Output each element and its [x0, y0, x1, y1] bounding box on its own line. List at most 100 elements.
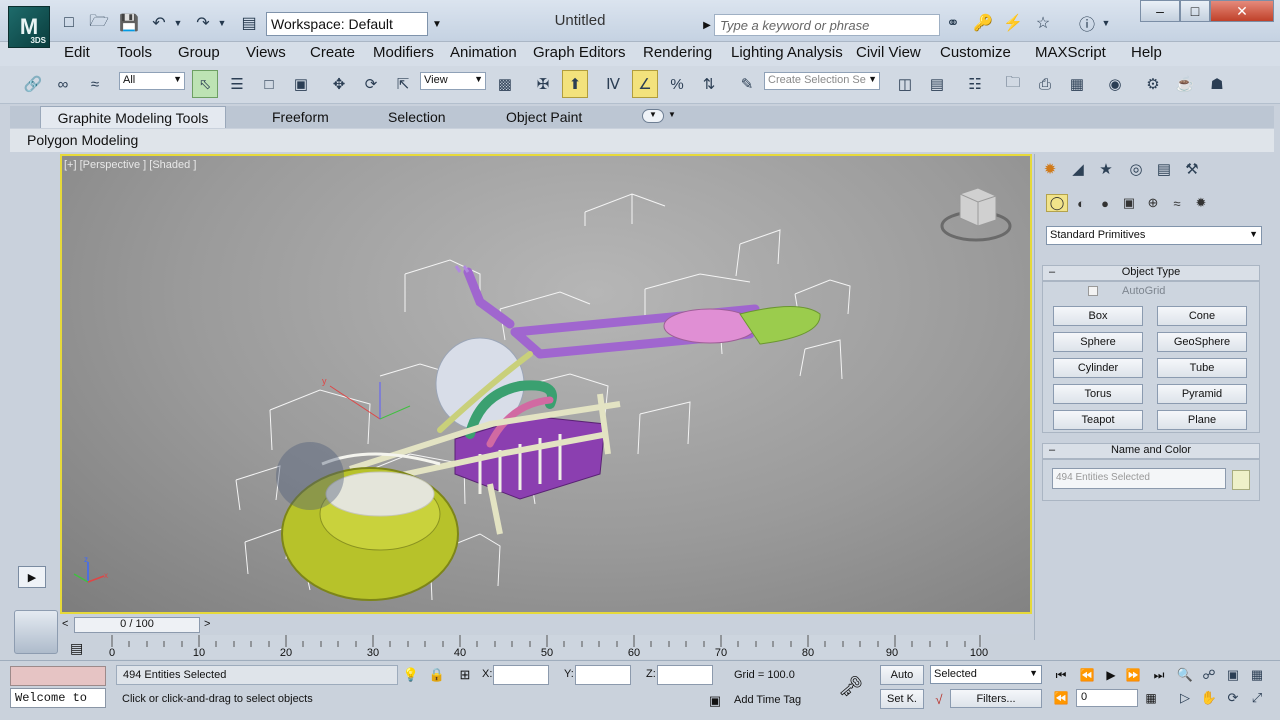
- time-slider-next-arrow[interactable]: >: [204, 618, 210, 630]
- teapot-button[interactable]: Teapot: [1053, 410, 1143, 430]
- manipulate-icon[interactable]: ✠: [530, 70, 556, 98]
- select-by-name-icon[interactable]: ☰: [224, 70, 250, 98]
- menu-edit[interactable]: Edit: [64, 44, 90, 61]
- curve-editor-icon[interactable]: ⎙: [1032, 70, 1058, 98]
- layer-manager-icon[interactable]: ☷: [962, 70, 988, 98]
- menu-civil-view[interactable]: Civil View: [856, 44, 921, 61]
- selection-filter-dropdown[interactable]: All ▼: [119, 72, 185, 90]
- menu-rendering[interactable]: Rendering: [643, 44, 712, 61]
- rectangular-selection-icon[interactable]: □: [256, 70, 282, 98]
- space-warps-icon[interactable]: ≈: [1166, 194, 1188, 212]
- pivot-center-icon[interactable]: ▩: [492, 70, 518, 98]
- menu-create[interactable]: Create: [310, 44, 355, 61]
- hierarchy-panel-icon[interactable]: ★: [1094, 158, 1118, 180]
- key-filters-button[interactable]: Filters...: [950, 689, 1042, 708]
- field-of-view-icon[interactable]: ▷: [1174, 688, 1196, 708]
- open-folder-icon[interactable]: 🗁: [88, 12, 110, 34]
- minimize-button[interactable]: –: [1140, 0, 1180, 22]
- torus-button[interactable]: Torus: [1053, 384, 1143, 404]
- y-coordinate-field[interactable]: [575, 665, 631, 685]
- geometry-icon[interactable]: ◯: [1046, 194, 1068, 212]
- name-color-rollout-header[interactable]: – Name and Color: [1042, 443, 1260, 459]
- menu-lighting-analysis[interactable]: Lighting Analysis: [731, 44, 843, 61]
- tab-object-paint[interactable]: Object Paint: [498, 106, 590, 128]
- pyramid-button[interactable]: Pyramid: [1157, 384, 1247, 404]
- primitive-type-dropdown[interactable]: Standard Primitives ▼: [1046, 226, 1262, 245]
- go-to-start-icon[interactable]: ⏮: [1050, 666, 1072, 684]
- edit-named-selection-icon[interactable]: ✎: [734, 70, 760, 98]
- undo-icon[interactable]: ↶: [148, 12, 170, 34]
- angle-snap-icon[interactable]: ∠: [632, 70, 658, 98]
- viewport-expand-icon[interactable]: ▶: [18, 566, 46, 588]
- help-icon[interactable]: ⓘ: [1076, 12, 1098, 34]
- tab-selection[interactable]: Selection: [380, 106, 454, 128]
- render-production-icon[interactable]: ☗: [1204, 70, 1230, 98]
- ribbon-minimize-icon[interactable]: ▼: [642, 109, 664, 123]
- sphere-button[interactable]: Sphere: [1053, 332, 1143, 352]
- modify-panel-icon[interactable]: ◢: [1066, 158, 1090, 180]
- close-button[interactable]: ✕: [1210, 0, 1274, 22]
- graphite-toggle-icon[interactable]: 🗀: [1000, 70, 1026, 98]
- maximize-button[interactable]: □: [1180, 0, 1210, 22]
- select-object-icon[interactable]: ⬁: [192, 70, 218, 98]
- application-button[interactable]: M 3DS: [8, 6, 50, 48]
- menu-group[interactable]: Group: [178, 44, 220, 61]
- track-view-icon[interactable]: ▤: [70, 640, 83, 657]
- tube-button[interactable]: Tube: [1157, 358, 1247, 378]
- shapes-icon[interactable]: ◐: [1070, 194, 1092, 212]
- z-coordinate-field[interactable]: [657, 665, 713, 685]
- percent-snap-icon[interactable]: %: [664, 70, 690, 98]
- x-coordinate-field[interactable]: [493, 665, 549, 685]
- redo-dropdown-icon[interactable]: ▼: [216, 12, 228, 34]
- menu-views[interactable]: Views: [246, 44, 286, 61]
- selection-lock-icon[interactable]: 🔒: [428, 666, 446, 684]
- scale-icon[interactable]: ⇱: [390, 70, 416, 98]
- zoom-extents-all-icon[interactable]: ▦: [1246, 665, 1268, 685]
- menu-maxscript[interactable]: MAXScript: [1035, 44, 1106, 61]
- isolate-selection-icon[interactable]: 💡: [402, 666, 420, 684]
- next-frame-icon[interactable]: ⏩: [1122, 666, 1144, 684]
- utilities-panel-icon[interactable]: ⚒: [1180, 158, 1204, 180]
- viewport-scene[interactable]: y z x: [60, 154, 1032, 614]
- bind-space-warp-icon[interactable]: ≈: [82, 70, 108, 98]
- key-mode-icon[interactable]: ⏪: [1050, 689, 1072, 707]
- maxscript-mini-listener[interactable]: [10, 666, 106, 686]
- mirror-icon[interactable]: ◫: [892, 70, 918, 98]
- subscription-key-icon[interactable]: 🔑: [972, 12, 994, 34]
- zoom-all-icon[interactable]: ☍: [1198, 665, 1220, 685]
- current-frame-field[interactable]: 0: [1076, 689, 1138, 707]
- time-slider-prev-arrow[interactable]: <: [62, 618, 68, 630]
- box-button[interactable]: Box: [1053, 306, 1143, 326]
- viewport-label[interactable]: [+] [Perspective ] [Shaded ]: [64, 159, 196, 171]
- help-dropdown-icon[interactable]: ▼: [1100, 12, 1112, 34]
- rendered-frame-icon[interactable]: ☕: [1172, 70, 1198, 98]
- unlink-icon[interactable]: ∞: [50, 70, 76, 98]
- default-tangents-icon[interactable]: √: [930, 690, 948, 708]
- object-name-field[interactable]: 494 Entities Selected: [1052, 468, 1226, 489]
- zoom-icon[interactable]: 🔍: [1174, 665, 1196, 685]
- cameras-icon[interactable]: ▣: [1118, 194, 1140, 212]
- display-panel-icon[interactable]: ▤: [1152, 158, 1176, 180]
- menu-animation[interactable]: Animation: [450, 44, 517, 61]
- redo-icon[interactable]: ↷: [192, 12, 214, 34]
- autogrid-checkbox[interactable]: [1088, 286, 1098, 296]
- new-file-icon[interactable]: □: [58, 12, 80, 34]
- key-filter-dropdown[interactable]: Selected ▼: [930, 665, 1042, 684]
- project-folder-icon[interactable]: ▤: [238, 12, 260, 34]
- geosphere-button[interactable]: GeoSphere: [1157, 332, 1247, 352]
- orbit-icon[interactable]: ⟳: [1222, 688, 1244, 708]
- polygon-modeling-panel-label[interactable]: Polygon Modeling: [27, 132, 138, 148]
- window-crossing-icon[interactable]: ▣: [288, 70, 314, 98]
- time-slider[interactable]: 0 / 100: [74, 617, 200, 633]
- object-type-rollout-header[interactable]: – Object Type: [1042, 265, 1260, 281]
- workspace-dropdown[interactable]: Workspace: Default: [266, 12, 428, 36]
- time-configuration-icon[interactable]: ▦: [1140, 689, 1162, 707]
- link-icon[interactable]: 🔗: [20, 70, 46, 98]
- create-panel-icon[interactable]: ✹: [1038, 158, 1062, 180]
- lights-icon[interactable]: ●: [1094, 194, 1116, 212]
- tab-graphite-modeling-tools[interactable]: Graphite Modeling Tools: [40, 106, 226, 128]
- favorites-star-icon[interactable]: ☆: [1032, 12, 1054, 34]
- absolute-mode-icon[interactable]: ⊞: [456, 666, 474, 684]
- undo-dropdown-icon[interactable]: ▼: [172, 12, 184, 34]
- ribbon-options-icon[interactable]: ▼: [668, 110, 676, 119]
